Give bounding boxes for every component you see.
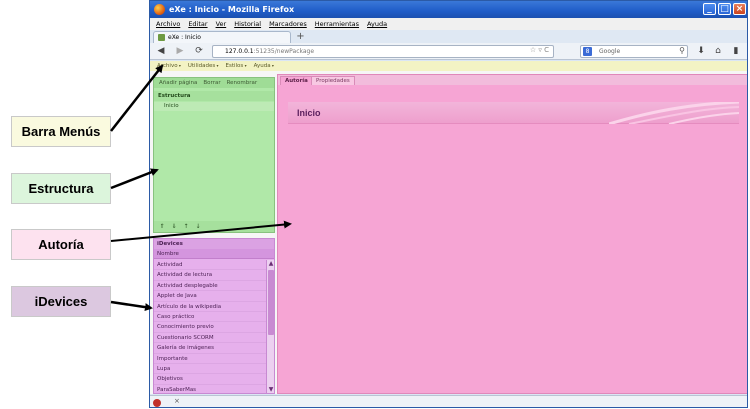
app-menu-archivo[interactable]: Archivo xyxy=(157,63,181,69)
structure-move-controls: ⇑ ⇓ ↑ ↓ xyxy=(154,221,274,232)
tab-strip: eXe : Inicio + xyxy=(150,30,747,43)
promote-icon[interactable]: ⇑ xyxy=(158,223,166,231)
callout-structure-label: Estructura xyxy=(28,181,94,196)
idevice-item[interactable]: Caso práctico xyxy=(154,312,266,323)
move-down-icon[interactable]: ↓ xyxy=(194,223,202,231)
search-icon[interactable]: ⚲ xyxy=(679,46,685,55)
url-path: :51235/newPackage xyxy=(253,48,315,55)
maximize-icon[interactable]: □ xyxy=(718,3,731,15)
exe-favicon-icon xyxy=(158,34,165,41)
idevice-item[interactable]: Actividad xyxy=(154,260,266,271)
app-menu-estilos[interactable]: Estilos xyxy=(226,63,247,69)
navigation-bar: ◀ ▶ ⟳ 127.0.0.1:51235/newPackage ☆ ▿ C 8… xyxy=(150,43,747,60)
app-menu-ayuda[interactable]: Ayuda xyxy=(254,63,274,69)
callout-structure: Estructura xyxy=(11,173,111,204)
exe-app: Archivo Utilidades Estilos Ayuda Añadir … xyxy=(150,61,747,394)
url-host: 127.0.0.1 xyxy=(225,48,254,55)
browser-window: eXe : Inicio - Mozilla Firefox _ □ × Arc… xyxy=(149,0,748,408)
idevices-title: iDevices xyxy=(154,239,274,249)
idevice-item[interactable]: Lupa xyxy=(154,364,266,375)
node-title-bar: Inicio xyxy=(288,102,739,124)
tab-propiedades[interactable]: Propiedades xyxy=(311,76,355,85)
authoring-tabs: Autoría Propiedades xyxy=(278,75,747,85)
forward-icon[interactable]: ▶ xyxy=(174,45,186,57)
decorative-swoosh xyxy=(609,102,739,124)
callout-menu-bar: Barra Menús xyxy=(11,116,111,147)
home-icon[interactable]: ⌂ xyxy=(712,45,724,57)
close-addon-bar-icon[interactable]: × xyxy=(174,397,180,405)
adblock-icon[interactable] xyxy=(153,399,161,407)
callout-idevices-label: iDevices xyxy=(34,294,88,309)
structure-panel: Añadir página Borrar Renombrar Estructur… xyxy=(153,77,275,233)
scroll-up-icon[interactable]: ▲ xyxy=(267,260,274,268)
menu-archivo[interactable]: Archivo xyxy=(156,20,180,28)
idevices-scrollbar[interactable]: ▲ ▼ xyxy=(266,260,274,393)
window-title: eXe : Inicio - Mozilla Firefox xyxy=(169,5,295,14)
app-menu-bar: Archivo Utilidades Estilos Ayuda xyxy=(150,61,747,71)
url-bar[interactable]: 127.0.0.1:51235/newPackage ☆ ▿ C xyxy=(212,45,554,58)
idevice-item[interactable]: Galería de imágenes xyxy=(154,343,266,354)
idevice-item[interactable]: Cuestionario SCORM xyxy=(154,333,266,344)
search-bar[interactable]: 8 Google ⚲ xyxy=(580,45,688,58)
menu-marcadores[interactable]: Marcadores xyxy=(269,20,307,28)
menu-herramientas[interactable]: Herramientas xyxy=(315,20,359,28)
status-bar: × xyxy=(150,395,747,407)
structure-toolbar: Añadir página Borrar Renombrar xyxy=(154,78,274,88)
move-up-icon[interactable]: ↑ xyxy=(182,223,190,231)
window-controls: _ □ × xyxy=(703,3,746,15)
demote-icon[interactable]: ⇓ xyxy=(170,223,178,231)
idevices-column-header: Nombre xyxy=(154,249,274,259)
reload-menu-icon[interactable]: ⟳ xyxy=(193,45,205,57)
bookmark-star-icon[interactable]: ☆ ▿ C xyxy=(530,46,549,54)
callout-authoring: Autoría xyxy=(11,229,111,260)
delete-page-button[interactable]: Borrar xyxy=(203,80,220,86)
firefox-icon xyxy=(154,4,165,15)
callout-authoring-label: Autoría xyxy=(38,237,84,252)
arrow-idevices xyxy=(110,300,153,312)
structure-node-inicio[interactable]: Inicio xyxy=(154,102,274,111)
idevice-item[interactable]: Conocimiento previo xyxy=(154,322,266,333)
idevice-item[interactable]: Actividad desplegable xyxy=(154,281,266,292)
idevice-item[interactable]: Artículo de la wikipedia xyxy=(154,302,266,312)
close-icon[interactable]: × xyxy=(733,3,746,15)
app-menu-utilidades[interactable]: Utilidades xyxy=(188,63,219,69)
back-icon[interactable]: ◀ xyxy=(155,45,167,57)
search-placeholder: Google xyxy=(599,48,621,55)
add-page-button[interactable]: Añadir página xyxy=(159,80,197,86)
node-title: Inicio xyxy=(297,108,321,118)
idevice-item[interactable]: Objetivos xyxy=(154,374,266,385)
idevice-item[interactable]: ParaSaberMas xyxy=(154,385,266,393)
idevice-item[interactable]: Actividad de lectura xyxy=(154,270,266,281)
callout-menu-bar-label: Barra Menús xyxy=(21,124,101,139)
title-bar: eXe : Inicio - Mozilla Firefox _ □ × xyxy=(150,1,747,18)
scroll-down-icon[interactable]: ▼ xyxy=(267,386,274,393)
download-icon[interactable]: ⬇ xyxy=(695,45,707,57)
scrollbar-thumb[interactable] xyxy=(268,270,274,335)
browser-menu-bar: Archivo Editar Ver Historial Marcadores … xyxy=(150,18,747,30)
menu-editar[interactable]: Editar xyxy=(188,20,207,28)
idevices-list: Actividad Actividad de lectura Actividad… xyxy=(154,260,266,393)
new-tab-icon[interactable]: + xyxy=(294,32,307,43)
menu-ver[interactable]: Ver xyxy=(216,20,227,28)
minimize-icon[interactable]: _ xyxy=(703,3,716,15)
browser-tab[interactable]: eXe : Inicio xyxy=(153,31,291,43)
callout-idevices: iDevices xyxy=(11,286,111,317)
idevice-item[interactable]: Importante xyxy=(154,354,266,364)
authoring-panel: Autoría Propiedades Inicio xyxy=(277,74,747,394)
google-icon: 8 xyxy=(583,47,592,56)
menu-historial[interactable]: Historial xyxy=(234,20,261,28)
bookmarks-icon[interactable]: ▮ xyxy=(730,45,742,57)
idevices-panel: iDevices Nombre Actividad Actividad de l… xyxy=(153,238,275,394)
structure-heading: Estructura xyxy=(154,91,274,101)
idevice-item[interactable]: Applet de Java xyxy=(154,291,266,302)
browser-tab-label: eXe : Inicio xyxy=(168,34,201,41)
menu-ayuda[interactable]: Ayuda xyxy=(367,20,387,28)
tab-autoria[interactable]: Autoría xyxy=(280,76,313,85)
rename-page-button[interactable]: Renombrar xyxy=(227,80,258,86)
